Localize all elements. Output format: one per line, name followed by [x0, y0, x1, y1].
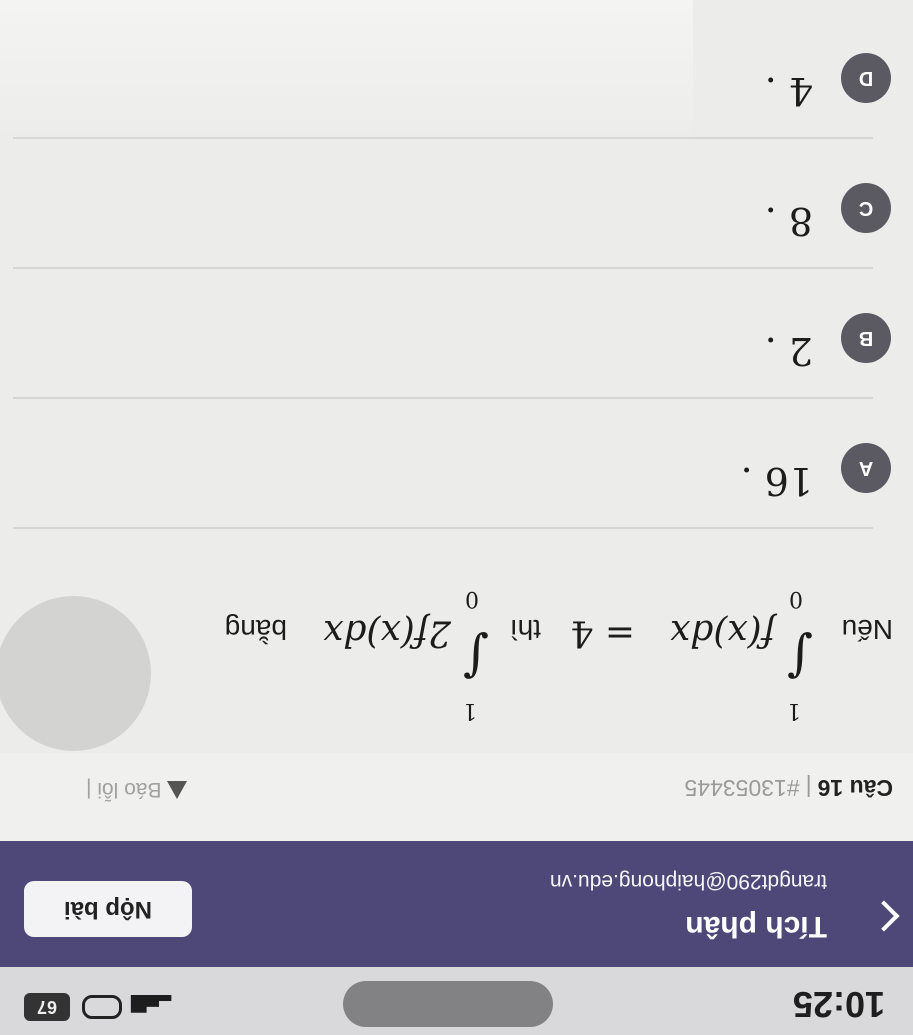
question-body: Nếu 1 ∫ 0 f(x)dx = 4 thì 1 ∫ 0 2f(x)dx b…: [193, 537, 893, 737]
user-email: trangdt290@haiphong.edu.vn: [549, 870, 827, 893]
question-tail: bằng: [224, 614, 287, 645]
app-header: Tích phân trangdt290@haiphong.edu.vn Nộp…: [0, 841, 913, 967]
back-chevron-icon[interactable]: [868, 900, 900, 932]
camera-notch: [343, 981, 553, 1027]
divider: [13, 397, 873, 399]
integral1-upper: 1: [787, 698, 801, 723]
submit-button[interactable]: Nộp bài: [24, 881, 192, 937]
option-d-text: 4 .: [764, 69, 813, 113]
option-b-text: 2 .: [764, 329, 813, 373]
question-number: Câu 16|#13053445: [684, 774, 893, 801]
option-d-badge: D: [841, 53, 891, 103]
integral1-lower: 0: [789, 586, 803, 611]
option-b[interactable]: B 2 .: [0, 269, 913, 393]
divider: [13, 267, 873, 269]
floating-action-button[interactable]: [0, 596, 151, 751]
status-bar: 10:25 ▂▄▆ 67: [0, 967, 913, 1035]
option-b-badge: B: [841, 313, 891, 363]
divider: [13, 527, 873, 529]
question-lead: Nếu: [841, 614, 893, 645]
option-c-badge: C: [841, 183, 891, 233]
clock: 10:25: [792, 984, 885, 1025]
warning-icon: [167, 781, 188, 799]
option-c-text: 8 .: [764, 199, 813, 243]
report-label: Báo lỗi |: [86, 778, 162, 801]
question-id: #13053445: [684, 775, 800, 801]
question-number-label: Câu 16: [817, 775, 893, 801]
screen-glare: [0, 0, 693, 145]
question-connector: thì: [509, 614, 541, 645]
question-header: Câu 16|#13053445 Báo lỗi |: [0, 753, 913, 841]
integral1-result: = 4: [570, 612, 635, 653]
integral2-lower: 0: [465, 586, 479, 611]
page-title: Tích phân: [685, 910, 827, 943]
integral2-integrand: 2f(x)dx: [323, 612, 451, 653]
option-c[interactable]: C 8 .: [0, 139, 913, 263]
option-a-text: 16 .: [740, 459, 813, 503]
option-a[interactable]: A 16 .: [0, 399, 913, 523]
signal-icon: ▂▄▆: [134, 995, 172, 1019]
link-icon: [82, 995, 122, 1019]
integral1-integrand: f(x)dx: [669, 612, 775, 653]
integral2-sign: ∫: [462, 629, 489, 687]
option-a-badge: A: [841, 443, 891, 493]
integral2-upper: 1: [463, 698, 477, 723]
question-separator: |: [805, 775, 812, 801]
battery-icon: 67: [24, 993, 70, 1021]
integral1-sign: ∫: [786, 629, 813, 687]
report-error-link[interactable]: Báo lỗi |: [86, 777, 188, 801]
system-icons: ▂▄▆ 67: [24, 993, 171, 1021]
quiz-screen: 10:25 ▂▄▆ 67 Tích phân trangdt290@haipho…: [0, 0, 913, 1035]
